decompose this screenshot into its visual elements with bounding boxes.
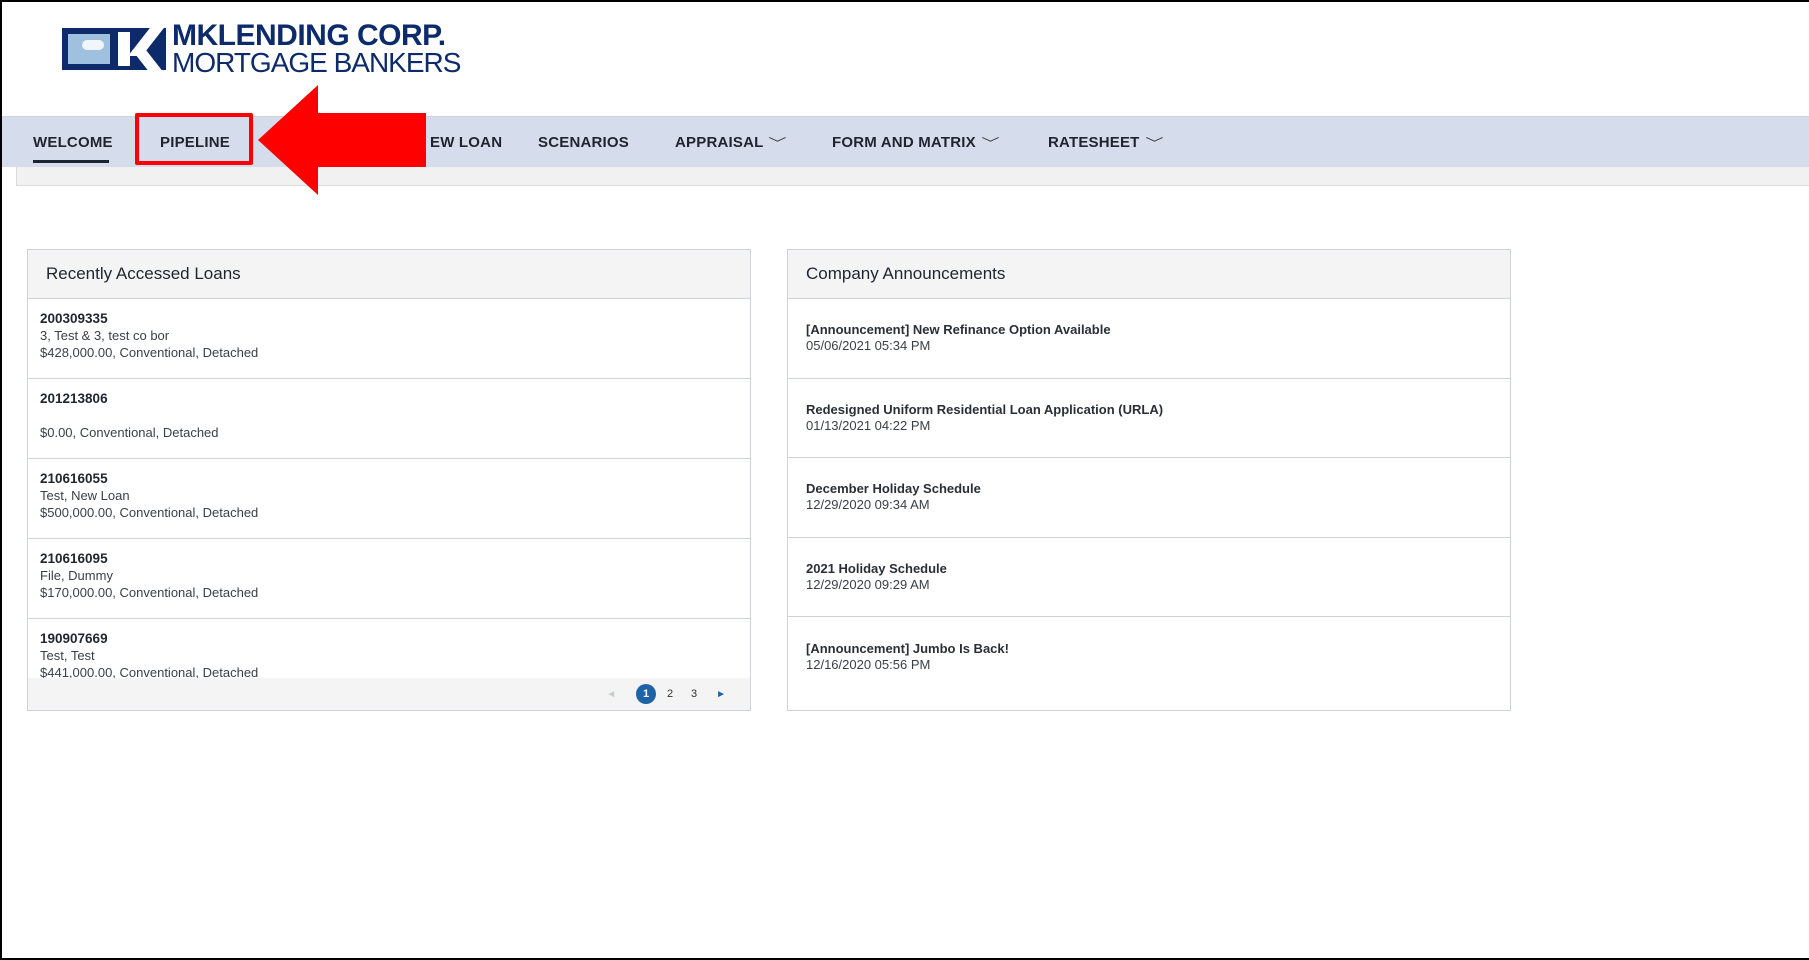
loan-list-item[interactable]: 201213806 $0.00, Conventional, Detached [28, 379, 750, 459]
loans-pager: ◄ 1 2 3 ► [28, 678, 750, 710]
loan-number: 210616095 [40, 551, 108, 566]
chevron-down-icon: ﹀ [768, 135, 788, 151]
announcement-item[interactable]: [Announcement] New Refinance Option Avai… [788, 299, 1510, 379]
loan-details: $500,000.00, Conventional, Detached [40, 505, 259, 520]
nav-form-and-matrix[interactable]: FORM AND MATRIX ﹀ [832, 117, 1000, 167]
nav-ratesheet[interactable]: RATESHEET ﹀ [1048, 117, 1164, 167]
announcement-date: 12/16/2020 05:56 PM [806, 656, 931, 672]
announcement-title: December Holiday Schedule [806, 481, 981, 497]
loan-borrower: Test, New Loan [40, 488, 130, 503]
announcement-date: 01/13/2021 04:22 PM [806, 417, 931, 433]
nav-new-loan[interactable]: EW LOAN [430, 117, 502, 167]
loan-details: $441,000.00, Conventional, Detached [40, 665, 259, 679]
red-left-arrow-icon [258, 85, 426, 195]
announcement-date: 05/06/2021 05:34 PM [806, 338, 931, 354]
nav-welcome-label: WELCOME [33, 133, 113, 151]
loan-details: $0.00, Conventional, Detached [40, 425, 219, 440]
loan-number: 200309335 [40, 311, 108, 326]
nav-appraisal-label: APPRAISAL [675, 133, 764, 151]
nav-scenarios-label: SCENARIOS [538, 133, 629, 151]
announcement-date: 12/29/2020 09:34 AM [806, 497, 930, 513]
loan-borrower [40, 407, 738, 424]
announcement-item[interactable]: Redesigned Uniform Residential Loan Appl… [788, 379, 1510, 458]
loan-details: $428,000.00, Conventional, Detached [40, 345, 259, 360]
loan-list-item[interactable]: 200309335 3, Test & 3, test co bor $428,… [28, 299, 750, 379]
announcement-item[interactable]: [Announcement] Jumbo Is Back! 12/16/2020… [788, 617, 1510, 697]
loan-list-item[interactable]: 190907669 Test, Test $441,000.00, Conven… [28, 619, 750, 679]
nav-ratesheet-label: RATESHEET [1048, 133, 1140, 151]
company-logo[interactable]: MKLENDING CORP. MORTGAGE BANKERS [62, 21, 461, 77]
announcement-item[interactable]: 2021 Holiday Schedule 12/29/2020 09:29 A… [788, 538, 1510, 617]
loan-number: 201213806 [40, 391, 108, 406]
loan-borrower: Test, Test [40, 648, 95, 663]
chevron-down-icon: ﹀ [1144, 135, 1164, 151]
announcement-item[interactable]: December Holiday Schedule 12/29/2020 09:… [788, 458, 1510, 538]
pager-page-1[interactable]: 1 [636, 684, 657, 704]
loan-list-item[interactable]: 210616055 Test, New Loan $500,000.00, Co… [28, 459, 750, 539]
logo-tagline: MORTGAGE BANKERS [172, 47, 461, 78]
nav-appraisal[interactable]: APPRAISAL ﹀ [675, 117, 788, 167]
pipeline-highlight-box [135, 113, 253, 165]
loan-borrower: 3, Test & 3, test co bor [40, 328, 170, 343]
announcement-date: 12/29/2020 09:29 AM [806, 576, 930, 592]
loan-list-item[interactable]: 210616095 File, Dummy $170,000.00, Conve… [28, 539, 750, 619]
pager-page-2[interactable]: 2 [660, 684, 680, 704]
loan-number: 190907669 [40, 631, 108, 646]
loan-borrower: File, Dummy [40, 568, 113, 583]
announcements-title: Company Announcements [788, 250, 1510, 299]
pager-page-3[interactable]: 3 [684, 684, 704, 704]
loan-number: 210616055 [40, 471, 108, 486]
nav-new-loan-label: EW LOAN [430, 133, 503, 151]
pager-prev-icon[interactable]: ◄ [606, 689, 616, 700]
logo-mark-icon [62, 28, 166, 70]
chevron-down-icon: ﹀ [981, 135, 1000, 151]
announcement-title: [Announcement] Jumbo Is Back! [806, 640, 1009, 656]
announcement-title: 2021 Holiday Schedule [806, 560, 947, 576]
loan-details: $170,000.00, Conventional, Detached [40, 585, 259, 600]
nav-active-indicator [33, 160, 109, 163]
recent-loans-panel: Recently Accessed Loans 200309335 3, Tes… [27, 249, 751, 711]
pager-next-icon[interactable]: ► [716, 689, 726, 700]
announcements-panel: Company Announcements [Announcement] New… [787, 249, 1511, 711]
nav-scenarios[interactable]: SCENARIOS [538, 117, 629, 167]
logo-text: MKLENDING CORP. MORTGAGE BANKERS [172, 21, 461, 78]
recent-loans-list: 200309335 3, Test & 3, test co bor $428,… [28, 299, 750, 679]
announcement-title: [Announcement] New Refinance Option Avai… [806, 322, 1111, 338]
announcement-title: Redesigned Uniform Residential Loan Appl… [806, 401, 1164, 417]
nav-form-and-matrix-label: FORM AND MATRIX [832, 133, 976, 151]
recent-loans-title: Recently Accessed Loans [28, 250, 750, 299]
